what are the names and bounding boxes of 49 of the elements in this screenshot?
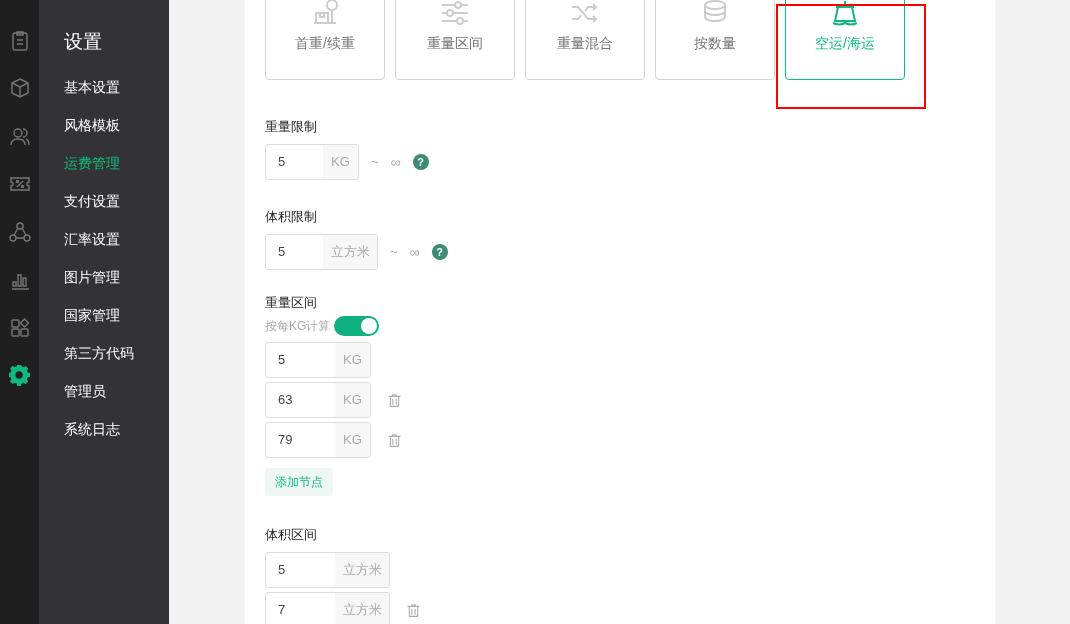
input-field[interactable]: 5 KG <box>265 144 359 180</box>
sidebar-item[interactable]: 汇率设置 <box>64 220 120 258</box>
sidebar-item[interactable]: 管理员 <box>64 372 106 410</box>
sidebar-item[interactable]: 图片管理 <box>64 258 120 296</box>
help-icon[interactable]: ? <box>431 244 448 260</box>
sidebar-item[interactable]: 第三方代码 <box>64 334 134 372</box>
input-field[interactable]: 5 立方米 <box>265 552 390 588</box>
field-label: 重量限制 <box>265 118 317 136</box>
users-icon[interactable] <box>8 125 31 147</box>
cube-icon[interactable] <box>8 77 31 99</box>
trash-icon[interactable] <box>387 392 402 408</box>
trash-icon[interactable] <box>387 432 402 448</box>
field-label: 体积限制 <box>265 208 317 226</box>
mode-tab[interactable]: 按数量 <box>655 0 775 80</box>
toggle-label: 按每KG计算 <box>265 318 331 335</box>
mode-tab[interactable]: 重量区间 <box>395 0 515 80</box>
apps-icon[interactable] <box>8 317 31 339</box>
sidebar-item[interactable]: 支付设置 <box>64 182 120 220</box>
help-icon[interactable]: ? <box>412 154 429 170</box>
tilde-text: ~ <box>390 243 398 262</box>
infinity-text: ∞ <box>390 152 401 172</box>
mode-tab[interactable]: 重量混合 <box>525 0 645 80</box>
unit-label: KG <box>335 423 370 457</box>
unit-label: 立方米 <box>335 553 389 587</box>
tilde-text: ~ <box>371 153 379 172</box>
unit-label: 立方米 <box>323 235 377 269</box>
toggle-switch[interactable] <box>334 316 380 336</box>
unit-label: 立方米 <box>335 593 389 624</box>
unit-label: KG <box>335 383 370 417</box>
section-label: 重量区间 <box>265 294 317 312</box>
settings-icon[interactable] <box>8 365 31 387</box>
trash-icon[interactable] <box>406 602 421 618</box>
input-field[interactable]: 79 KG <box>265 422 371 458</box>
sidebar-title: 设置 <box>64 30 102 54</box>
sidebar-item[interactable]: 运费管理 <box>64 144 120 182</box>
unit-label: KG <box>335 343 370 377</box>
nodes-icon[interactable] <box>8 221 31 243</box>
sidebar-item[interactable]: 基本设置 <box>64 68 120 106</box>
infinity-text: ∞ <box>409 242 420 262</box>
sidebar-item[interactable]: 风格模板 <box>64 106 120 144</box>
input-field[interactable]: 7 立方米 <box>265 592 390 624</box>
input-field[interactable]: 63 KG <box>265 382 371 418</box>
section-label: 体积区间 <box>265 526 317 544</box>
input-field[interactable]: 5 立方米 <box>265 234 378 270</box>
sidebar-item[interactable]: 国家管理 <box>64 296 120 334</box>
sidebar-item[interactable]: 系统日志 <box>64 410 120 448</box>
mode-tab[interactable]: 首重/续重 <box>265 0 385 80</box>
unit-label: KG <box>323 145 358 179</box>
input-field[interactable]: 5 KG <box>265 342 371 378</box>
